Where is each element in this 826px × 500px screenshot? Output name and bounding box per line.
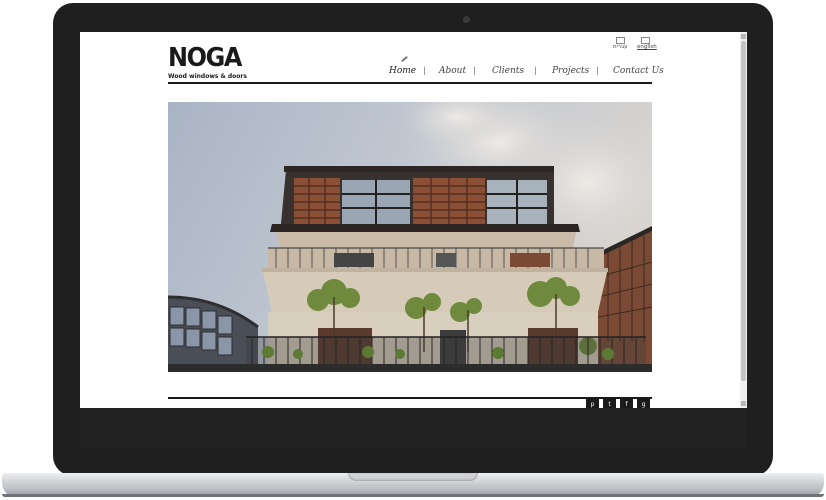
brand-logo[interactable]: NOGA: [168, 44, 242, 72]
lang-hebrew-link[interactable]: עברית: [613, 44, 628, 50]
uk-flag-icon[interactable]: [641, 37, 650, 44]
israel-flag-icon[interactable]: [616, 37, 625, 44]
nav-contact[interactable]: Contact Us: [613, 66, 664, 76]
twitter-icon[interactable]: t: [603, 399, 616, 408]
building-illustration: [168, 102, 652, 372]
nav-separator: |: [596, 66, 599, 75]
nav-separator: |: [473, 66, 476, 75]
scroll-down-arrow-icon[interactable]: [741, 401, 746, 406]
footer-divider: [168, 397, 652, 399]
website-screen: NOGA Wood windows & doors עברית english …: [80, 32, 747, 408]
nav-clients[interactable]: Clients: [492, 66, 524, 76]
vertical-scrollbar[interactable]: [740, 32, 747, 408]
pinterest-icon[interactable]: p: [586, 399, 599, 408]
camera-icon: [463, 16, 470, 23]
nav-home[interactable]: Home: [389, 66, 416, 76]
laptop-base-edge: [2, 494, 824, 497]
brand-tagline: Wood windows & doors: [168, 73, 247, 80]
pencil-icon: [401, 55, 408, 63]
nav-separator: |: [423, 66, 426, 75]
google-plus-icon[interactable]: g: [637, 399, 650, 408]
nav-separator: |: [534, 66, 537, 75]
nav-about[interactable]: About: [439, 66, 466, 76]
scroll-up-arrow-icon[interactable]: [741, 34, 746, 39]
facebook-icon[interactable]: f: [620, 399, 633, 408]
header-divider: [168, 82, 652, 84]
scroll-thumb[interactable]: [741, 41, 746, 381]
screen-bezel-bottom: [80, 408, 747, 448]
nav-projects[interactable]: Projects: [552, 66, 589, 76]
lang-english-link[interactable]: english: [637, 44, 657, 50]
laptop-notch: [348, 473, 478, 481]
hero-building-photo: [168, 102, 652, 372]
